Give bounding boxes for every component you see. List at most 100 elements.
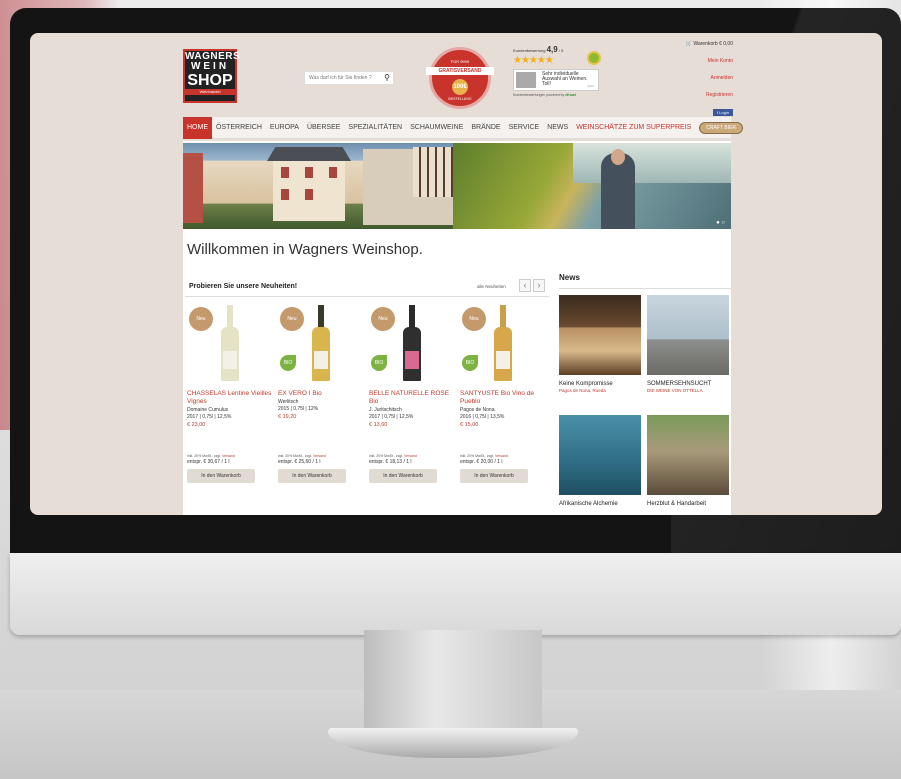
new-badge: Neu xyxy=(371,307,395,331)
product-producer: Pagos de Nona xyxy=(460,407,495,413)
product-name[interactable]: CHASSELAS Lentine Vieilles Vignes xyxy=(187,390,273,406)
nav-home[interactable]: HOME xyxy=(183,116,212,139)
nav-superpreis[interactable]: WEINSCHÄTZE ZUM SUPERPREIS xyxy=(572,117,695,139)
new-badge: Neu xyxy=(462,307,486,331)
nav-oesterreich[interactable]: ÖSTERREICH xyxy=(212,117,266,139)
free-shipping-badge: FÜR 9999 GRATISVERSAND 100€ BESTELLUNG xyxy=(426,47,494,109)
news-card[interactable]: Keine Kompromisse Pagos de Nona, Rueda xyxy=(559,295,641,393)
nav-braende[interactable]: BRÄNDE xyxy=(467,117,504,139)
bio-leaf-icon: BIO xyxy=(371,355,387,371)
news-card-subtitle: Pagos de Nona, Rueda xyxy=(559,388,606,393)
carousel-next-button[interactable]: › xyxy=(533,279,545,292)
product-producer: J. Juritschitsch xyxy=(369,407,402,413)
hero-red-house xyxy=(183,153,203,223)
product-producer: Werlitsch xyxy=(278,399,299,405)
rating-review: Sehr individuelle Auswahl an Weinen. Tol… xyxy=(513,69,599,91)
screen: WAGNERS WEIN SHOP Weinhandel Was darf ic… xyxy=(30,33,882,515)
all-new-products-link[interactable]: alle Neuheiten xyxy=(477,284,506,289)
login-link[interactable]: Anmelden xyxy=(639,75,733,81)
wine-bottle-image[interactable] xyxy=(494,305,512,381)
news-card-subtitle: DIE WEINE VON OTTELLA xyxy=(647,388,703,393)
product-vat-note: inkl. 20% MwSt., zzgl. Versand xyxy=(187,454,235,458)
shop-logo[interactable]: WAGNERS WEIN SHOP Weinhandel xyxy=(183,49,240,103)
product-card[interactable]: Neu BIO SANTYUSTE Bio Vino de Pueblo Pag… xyxy=(460,303,544,485)
review-more-link[interactable]: mehr... xyxy=(587,84,596,89)
add-to-cart-button[interactable]: In den Warenkorb xyxy=(369,469,437,483)
rating-max: / 5 xyxy=(558,48,564,53)
wine-bottle-image[interactable] xyxy=(312,305,330,381)
news-image-gin-bottle xyxy=(559,415,641,495)
hero-winemaker xyxy=(601,149,635,229)
nav-service[interactable]: SERVICE xyxy=(505,117,544,139)
search-input[interactable]: Was darf ich für Sie finden ? ⚲ xyxy=(304,71,394,85)
carousel-prev-button[interactable]: ‹ xyxy=(519,279,531,292)
product-vat-note: inkl. 20% MwSt., zzgl. Versand xyxy=(369,454,417,458)
logo-tagline: Weinhandel xyxy=(185,89,235,95)
welcome-heading: Willkommen in Wagners Weinshop. xyxy=(187,241,423,258)
product-producer: Domaine Cumulus xyxy=(187,407,229,413)
monitor-chin xyxy=(10,553,901,635)
news-card-title: Keine Kompromisse xyxy=(559,381,613,387)
logo-text-shop: SHOP xyxy=(187,72,233,89)
shipping-link[interactable]: Versand xyxy=(404,454,417,458)
news-card[interactable]: Herzblut & Handarbeit xyxy=(647,415,729,507)
shipping-link[interactable]: Versand xyxy=(495,454,508,458)
badge-bottom-text: BESTELLUNG xyxy=(448,97,472,101)
nav-uebersee[interactable]: ÜBERSEE xyxy=(303,117,344,139)
badge-amount: 100€ xyxy=(452,79,468,95)
product-spec: 2016 | 0,75l | 13,5% xyxy=(460,414,505,420)
nav-news[interactable]: NEWS xyxy=(543,117,572,139)
news-card-title: Afrikanische Alchemie xyxy=(559,501,618,507)
add-to-cart-button[interactable]: In den Warenkorb xyxy=(460,469,528,483)
product-price: € 23,00 xyxy=(187,422,206,428)
product-vat-note: inkl. 20% MwSt., zzgl. Versand xyxy=(460,454,508,458)
news-card[interactable]: SOMMERSEHNSUCHT DIE WEINE VON OTTELLA xyxy=(647,295,729,393)
product-card[interactable]: Neu CHASSELAS Lentine Vieilles Vignes Do… xyxy=(187,303,271,485)
nav-europa[interactable]: EUROPA xyxy=(266,117,303,139)
facebook-login-button[interactable]: f Login xyxy=(712,109,733,116)
hero-slider[interactable]: ● ○ xyxy=(183,143,731,229)
rating-score: 4,9 xyxy=(546,45,558,54)
wine-bottle-image[interactable] xyxy=(221,305,239,381)
search-icon[interactable]: ⚲ xyxy=(384,73,390,82)
powered-brand: eKomi xyxy=(565,93,577,97)
craft-beer-button[interactable]: CRAFT BIER xyxy=(699,121,743,134)
ekomi-seal-icon xyxy=(587,51,601,65)
news-title: News xyxy=(559,273,731,289)
shipping-link[interactable]: Versand xyxy=(313,454,326,458)
shipping-link[interactable]: Versand xyxy=(222,454,235,458)
news-card[interactable]: Afrikanische Alchemie xyxy=(559,415,641,507)
hero-village-image xyxy=(183,143,453,229)
badge-main-text: GRATISVERSAND xyxy=(426,67,494,75)
product-price: € 15,00 xyxy=(460,422,479,428)
add-to-cart-button[interactable]: In den Warenkorb xyxy=(278,469,346,483)
new-products-title: Probieren Sie unsere Neuheiten! xyxy=(189,283,298,290)
wine-bottle-image[interactable] xyxy=(403,305,421,381)
nav-spezialitaeten[interactable]: SPEZIALITÄTEN xyxy=(344,117,406,139)
ekomi-rating-widget[interactable]: Kundenbewertung 4,9 / 5 ★★★★★ Sehr indiv… xyxy=(513,45,601,111)
product-name[interactable]: EX VERO I Bio xyxy=(278,390,364,398)
news-image-farmers xyxy=(647,415,729,495)
product-name[interactable]: BELLE NATURELLE ROSE Bio xyxy=(369,390,455,406)
cart-label: Warenkorb € 0,00 xyxy=(693,41,733,47)
product-price: € 13,60 xyxy=(369,422,388,428)
nav-schaumweine[interactable]: SCHAUMWEINE xyxy=(406,117,467,139)
news-card-title: SOMMERSEHNSUCHT xyxy=(647,381,712,387)
product-spec: 2015 | 0,75l | 12% xyxy=(278,406,319,412)
main-navigation: HOME ÖSTERREICH EUROPA ÜBERSEE SPEZIALIT… xyxy=(183,116,743,139)
product-unit-price: entspr. € 20,00 / 1 l xyxy=(460,459,503,465)
register-link[interactable]: Registrieren xyxy=(639,92,733,98)
news-image-winemakers xyxy=(647,295,729,375)
add-to-cart-button[interactable]: In den Warenkorb xyxy=(187,469,255,483)
product-name[interactable]: SANTYUSTE Bio Vino de Pueblo xyxy=(460,390,546,406)
news-image-wine-bottles xyxy=(559,295,641,375)
review-text: Sehr individuelle Auswahl an Weinen. Tol… xyxy=(542,71,588,87)
my-account-link[interactable]: Mein Konto xyxy=(639,58,733,64)
new-badge: Neu xyxy=(189,307,213,331)
product-card[interactable]: Neu BIO BELLE NATURELLE ROSE Bio J. Juri… xyxy=(369,303,453,485)
monitor-stand-neck xyxy=(364,630,542,736)
slider-dots[interactable]: ● ○ xyxy=(716,220,725,226)
cart-link[interactable]: 🛒 Warenkorb € 0,00 xyxy=(639,41,733,47)
product-card[interactable]: Neu BIO EX VERO I Bio Werlitsch 2015 | 0… xyxy=(278,303,362,485)
logo-text-wein: WEIN xyxy=(190,61,230,72)
